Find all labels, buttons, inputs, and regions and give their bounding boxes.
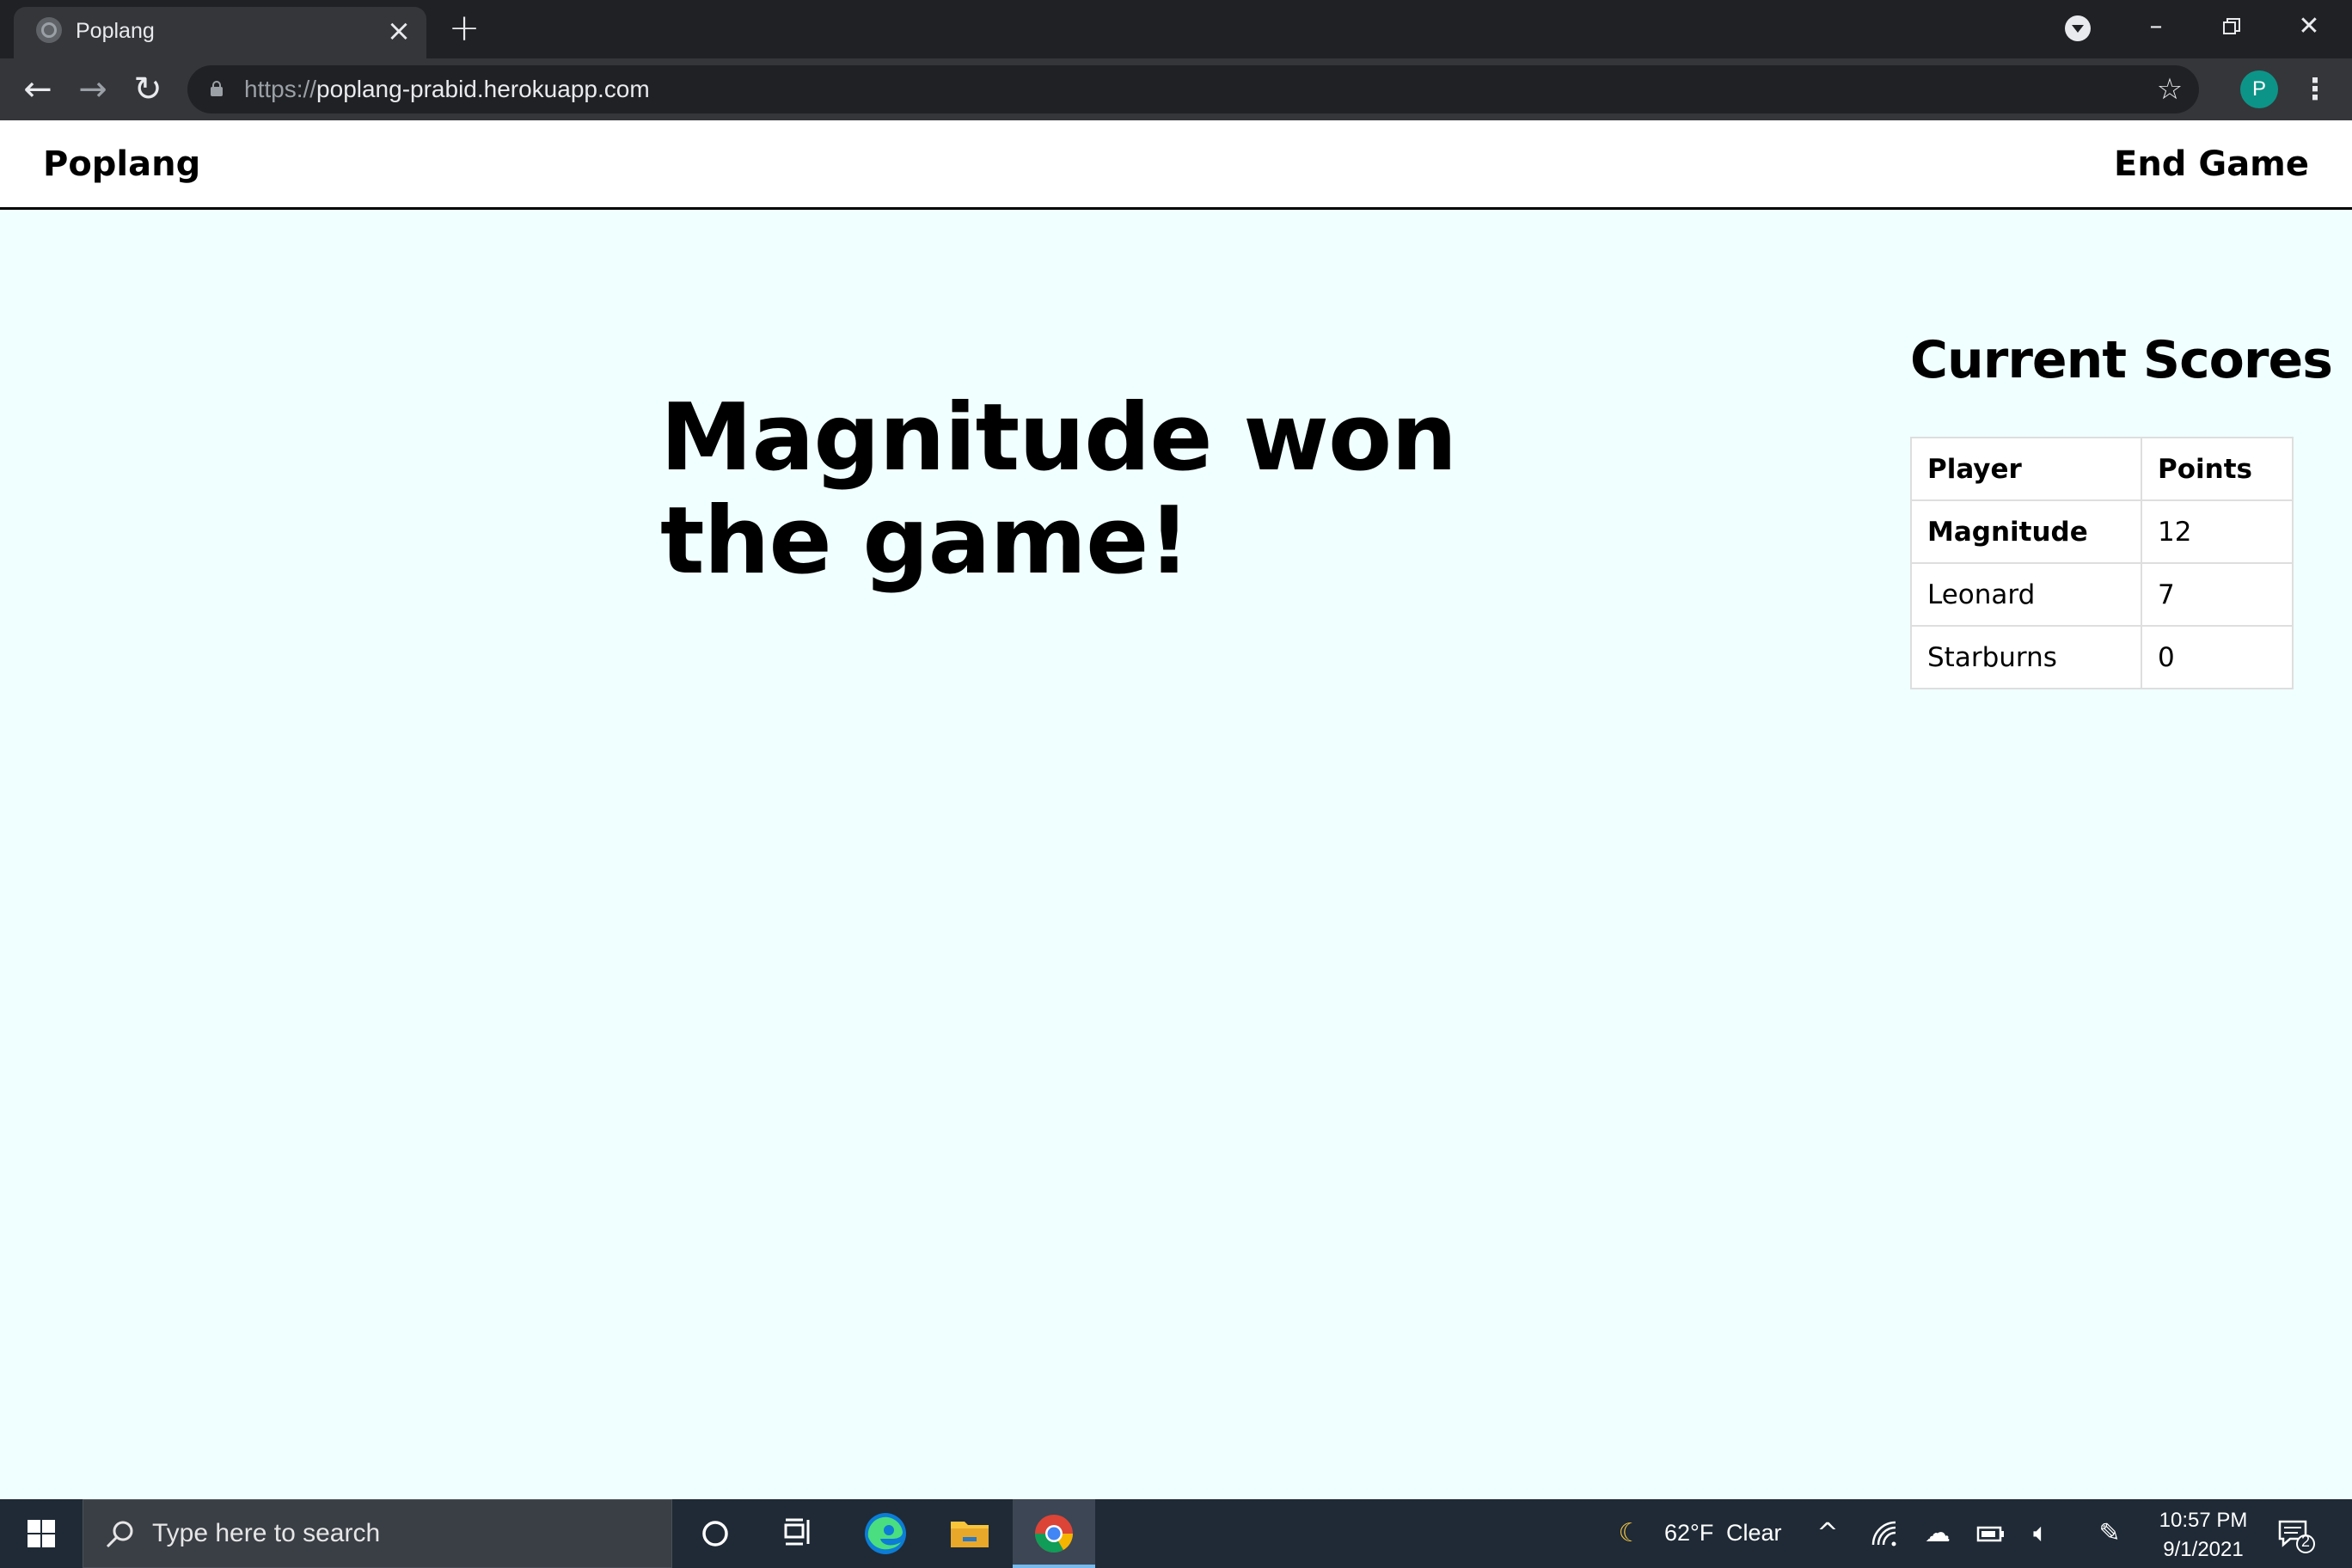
clock-date: 9/1/2021 (2163, 1538, 2244, 1561)
table-header-row: Player Points (1910, 437, 2294, 501)
back-icon[interactable]: ← (19, 70, 57, 108)
new-tab-icon[interactable]: + (447, 9, 481, 47)
battery-icon[interactable] (1974, 1516, 2008, 1551)
chrome-taskbar-icon[interactable] (1013, 1499, 1095, 1568)
windows-taskbar: Type here to search ☾ 62°F Clear ^ ☁ 🔈︎ … (0, 1499, 2352, 1568)
moon-weather-icon[interactable]: ☾ (1613, 1516, 1647, 1551)
player-points: 7 (2141, 562, 2294, 627)
search-placeholder: Type here to search (152, 1519, 381, 1547)
table-row: Leonard 7 (1910, 562, 2294, 627)
notification-count: 2 (2300, 1533, 2310, 1550)
url-text: https://poplang-prabid.herokuapp.com (244, 76, 650, 102)
pen-icon[interactable]: ✎ (2092, 1516, 2127, 1551)
bookmark-star-icon[interactable]: ☆ (2153, 72, 2187, 107)
scores-panel: Current Scores Player Points Magnitude 1… (1910, 330, 2333, 689)
browser-menu-icon[interactable]: ⋮ (2300, 70, 2330, 108)
end-game-link[interactable]: End Game (2114, 144, 2309, 184)
scores-table: Player Points Magnitude 12 Leonard 7 Sta… (1910, 437, 2294, 689)
taskbar-clock[interactable]: 10:57 PM 9/1/2021 (2147, 1506, 2259, 1565)
search-icon (106, 1521, 133, 1548)
player-points: 0 (2141, 625, 2294, 689)
browser-toolbar: ← → ↻ https://poplang-prabid.herokuapp.c… (0, 58, 2352, 120)
restore-icon[interactable] (2206, 7, 2257, 46)
table-row: Starburns 0 (1910, 625, 2294, 689)
weather-temp[interactable]: 62°F (1664, 1520, 1713, 1547)
forward-icon[interactable]: → (74, 70, 112, 108)
browser-tabstrip: Poplang × + – ✕ (0, 0, 2352, 58)
chevron-up-icon[interactable]: ^ (1810, 1516, 1845, 1551)
brand-link[interactable]: Poplang (43, 144, 200, 184)
close-window-icon[interactable]: ✕ (2283, 7, 2335, 46)
browser-tab[interactable]: Poplang × (14, 7, 426, 58)
address-bar[interactable]: https://poplang-prabid.herokuapp.com ☆ (187, 65, 2199, 113)
wifi-icon[interactable] (1867, 1516, 1902, 1551)
close-tab-icon[interactable]: × (383, 15, 414, 46)
task-view-icon[interactable] (756, 1499, 839, 1568)
file-explorer-icon[interactable] (928, 1499, 1011, 1568)
volume-icon[interactable]: 🔈︎ (2024, 1516, 2058, 1551)
cortana-icon[interactable] (674, 1499, 756, 1568)
header-player: Player (1910, 437, 2142, 501)
onedrive-cloud-icon[interactable]: ☁ (1920, 1516, 1955, 1551)
profile-avatar[interactable]: P (2240, 70, 2278, 108)
lock-icon (211, 81, 223, 96)
page-content: Poplang End Game Magnitude won the game!… (0, 120, 2352, 1499)
header-points: Points (2141, 437, 2294, 501)
player-name: Magnitude (1910, 499, 2142, 564)
reload-icon[interactable]: ↻ (129, 70, 167, 108)
taskbar-search-box[interactable]: Type here to search (83, 1499, 672, 1568)
edge-browser-icon[interactable] (844, 1499, 927, 1568)
tab-search-icon[interactable] (2065, 15, 2091, 41)
winner-heading: Magnitude won the game! (660, 384, 1457, 595)
player-name: Starburns (1910, 625, 2142, 689)
notification-center-icon[interactable]: 2 (2275, 1515, 2316, 1556)
player-name: Leonard (1910, 562, 2142, 627)
scores-title: Current Scores (1910, 330, 2333, 390)
windows-start-icon[interactable] (0, 1499, 83, 1568)
minimize-icon[interactable]: – (2130, 7, 2182, 46)
clock-time: 10:57 PM (2159, 1509, 2248, 1532)
weather-condition[interactable]: Clear (1726, 1520, 1782, 1547)
globe-icon (36, 17, 62, 43)
table-row: Magnitude 12 (1910, 499, 2294, 564)
player-points: 12 (2141, 499, 2294, 564)
tab-title: Poplang (76, 19, 155, 43)
site-navbar: Poplang End Game (0, 120, 2352, 210)
